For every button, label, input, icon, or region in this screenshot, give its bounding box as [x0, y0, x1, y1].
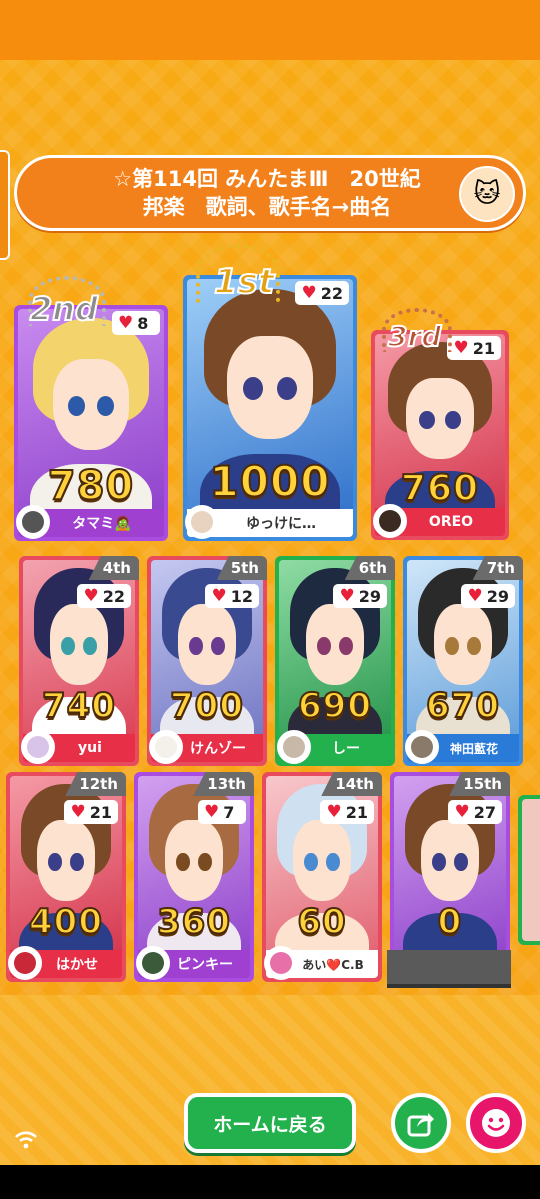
disconnected-player-overlay [387, 950, 511, 988]
score: 0 [437, 901, 463, 943]
score: 780 [47, 462, 135, 510]
like-count[interactable]: ♥ 21 [64, 800, 118, 824]
player-avatar[interactable] [149, 730, 183, 764]
rank-card-5th[interactable]: 5th ♥ 12 700 けんゾー [147, 556, 267, 766]
like-count[interactable]: ♥ 29 [461, 584, 515, 608]
return-home-button[interactable]: ホームに戻る [184, 1093, 356, 1153]
like-count[interactable]: ♥ 27 [448, 800, 502, 824]
score: 740 [41, 685, 116, 727]
score: 760 [400, 467, 480, 510]
player-avatar[interactable] [21, 730, 55, 764]
cat-mascot-icon[interactable]: 🐱 [459, 166, 515, 222]
like-count[interactable]: ♥ 22 [77, 584, 131, 608]
like-count[interactable]: ♥ 7 [198, 800, 246, 824]
rank-badge-3rd: 3rd [387, 319, 442, 354]
rank-card-6th[interactable]: 6th ♥ 29 690 しー [275, 556, 395, 766]
score: 360 [156, 901, 231, 943]
heart-icon: ♥ [301, 283, 317, 303]
heart-icon: ♥ [467, 586, 483, 606]
rank-card-14th[interactable]: 14th ♥ 21 60 あい❤️C.B [262, 772, 382, 982]
score: 670 [425, 685, 500, 727]
share-icon [407, 1113, 434, 1137]
like-count[interactable]: ♥ 29 [333, 584, 387, 608]
score: 1000 [209, 456, 331, 507]
player-avatar[interactable] [277, 730, 311, 764]
heart-icon: ♥ [118, 313, 134, 333]
like-count[interactable]: ♥ 22 [295, 281, 349, 305]
score: 690 [297, 685, 372, 727]
heart-icon: ♥ [83, 586, 99, 606]
system-nav-bar [0, 1165, 540, 1199]
score: 60 [296, 901, 347, 943]
status-bar [0, 0, 540, 60]
podium-card-3rd[interactable]: ♥ 21 760 OREO [371, 330, 509, 540]
player-avatar[interactable] [136, 946, 170, 980]
wifi-icon [14, 1128, 38, 1150]
rank-card-12th[interactable]: 12th ♥ 21 400 はかせ [6, 772, 126, 982]
room-title-line-2: 邦楽 歌詞、歌手名→曲名 [142, 195, 392, 219]
like-count[interactable]: ♥ 21 [447, 336, 501, 360]
side-drawer-tab[interactable] [0, 150, 10, 260]
podium-card-2nd[interactable]: ♥ 8 780 タマミ🧟 [14, 305, 168, 541]
rank-card-13th[interactable]: 13th ♥ 7 360 ピンキー [134, 772, 254, 982]
player-avatar[interactable] [373, 504, 407, 538]
rank-card-4th[interactable]: 4th ♥ 22 740 yui [19, 556, 139, 766]
heart-icon: ♥ [204, 802, 220, 822]
character-portrait [522, 799, 540, 941]
score: 400 [28, 901, 103, 943]
like-count[interactable]: ♥ 12 [205, 584, 259, 608]
player-avatar[interactable] [264, 946, 298, 980]
player-avatar[interactable] [405, 730, 439, 764]
podium-card-1st[interactable]: ♥ 22 1000 ゆっけに… [183, 275, 357, 541]
room-title-banner: ☆第114回 みんたまⅢ 20世紀 邦楽 歌詞、歌手名→曲名 🐱 [14, 155, 526, 231]
score: 700 [169, 685, 244, 727]
heart-icon: ♥ [453, 338, 469, 358]
stamp-button[interactable] [466, 1093, 526, 1153]
player-avatar[interactable] [185, 505, 219, 539]
player-avatar[interactable] [16, 505, 50, 539]
player-avatar[interactable] [8, 946, 42, 980]
room-title: ☆第114回 みんたまⅢ 20世紀 邦楽 歌詞、歌手名→曲名 [57, 165, 477, 221]
share-button[interactable] [391, 1093, 451, 1153]
rank-card-16th-partial[interactable] [518, 795, 540, 945]
room-title-line-1: ☆第114回 みんたまⅢ 20世紀 [113, 167, 421, 191]
smiley-icon [482, 1109, 510, 1137]
heart-icon: ♥ [339, 586, 355, 606]
heart-icon: ♥ [211, 586, 227, 606]
heart-icon: ♥ [454, 802, 470, 822]
heart-icon: ♥ [70, 802, 86, 822]
like-count[interactable]: ♥ 21 [320, 800, 374, 824]
heart-icon: ♥ [326, 802, 342, 822]
rank-card-7th[interactable]: 7th ♥ 29 670 神田藍花 [403, 556, 523, 766]
rank-badge-2nd: 2nd [29, 289, 99, 329]
like-count[interactable]: ♥ 8 [112, 311, 160, 335]
rank-badge-1st: 1st [213, 261, 275, 303]
